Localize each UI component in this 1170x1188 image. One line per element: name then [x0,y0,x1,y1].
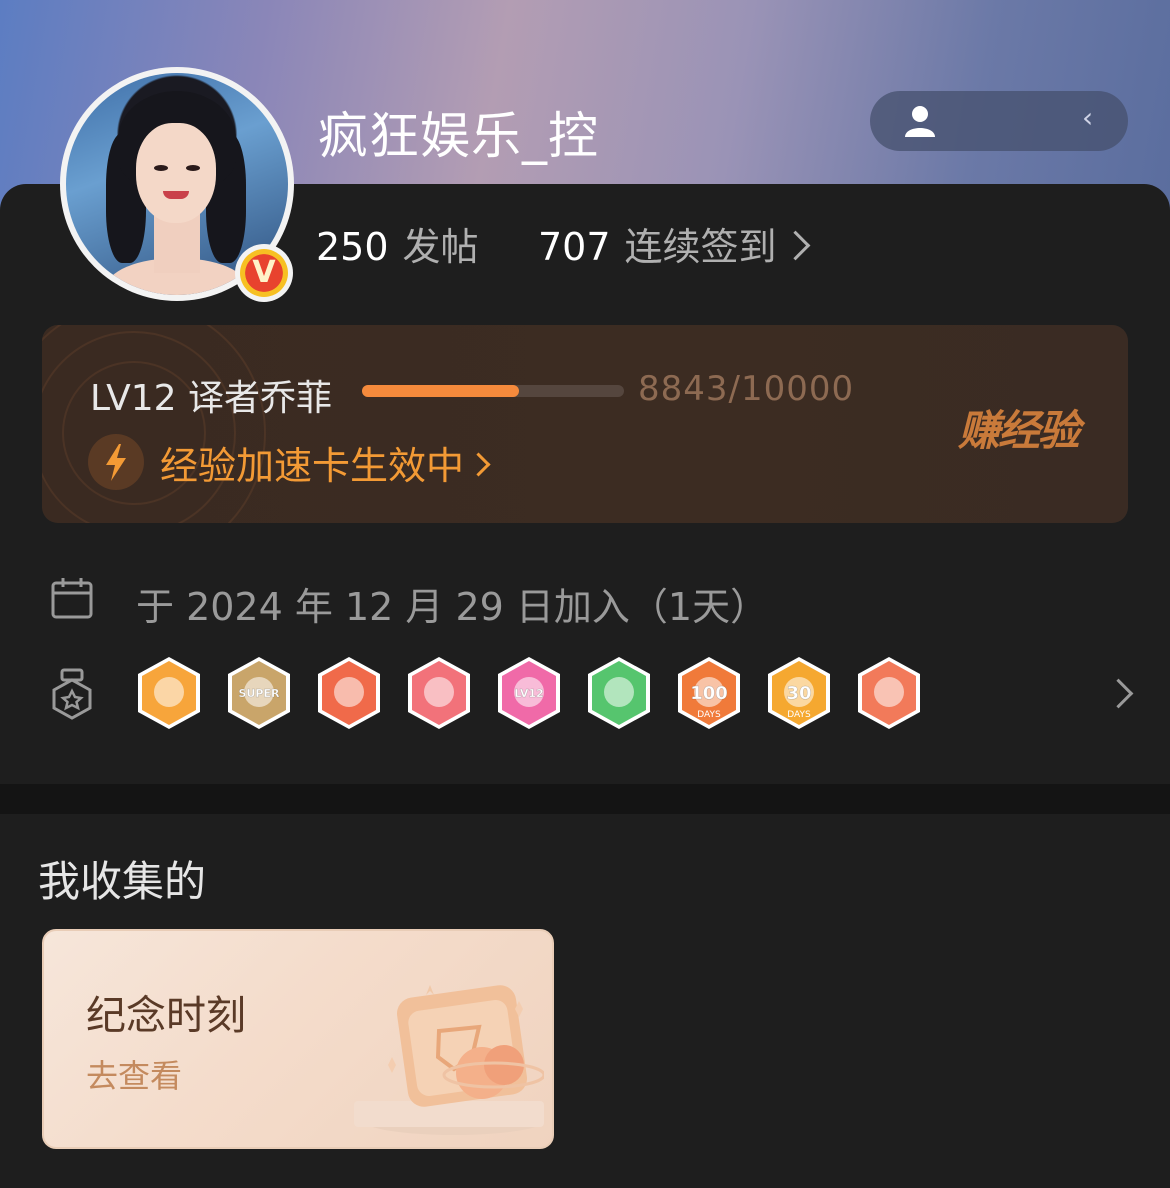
level-progress-fill [362,385,520,397]
boost-card-link[interactable]: 经验加速卡生效中 [160,435,491,490]
checkin-label: 连续签到 [624,225,777,269]
memorial-moments-title: 纪念时刻 [86,993,246,1039]
chevron-right-icon [466,452,491,477]
level-title: LV12 译者乔菲 [90,378,332,419]
visitor-pill-button[interactable]: ‹ [870,91,1128,151]
rock-hand-badge-icon[interactable] [856,655,922,731]
100-days-badge-icon[interactable]: 100 DAYS [676,655,742,731]
username: 疯狂娱乐_控 [318,107,599,165]
calendar-icon [51,578,93,619]
badge-label: 30 [786,683,811,704]
crown-badge-icon[interactable] [136,655,202,731]
level-progress-bar [362,385,624,397]
posts-label: 发帖 [402,225,479,269]
memorial-moments-card[interactable]: 纪念时刻 去查看 [42,929,554,1149]
rabbit-badge-icon[interactable] [406,655,472,731]
collection-section-title: 我收集的 [38,857,207,906]
badge-days-label: DAYS [787,710,811,720]
memorial-moments-view-link[interactable]: 去查看 [86,1051,182,1097]
earn-exp-button[interactable]: 赚经验 [958,397,1080,458]
posts-stat[interactable]: 250 发帖 [316,216,479,269]
badge-label: 100 [690,683,728,704]
badge-label: SUPER [239,687,280,700]
user-icon [905,106,935,137]
badge-label: LV12 [514,687,543,700]
lv12-badge-icon[interactable]: LV12 [496,655,562,731]
level-xp-text: 8843/10000 [638,369,855,409]
posts-count: 250 [316,225,389,269]
calendar-gift-icon [354,985,544,1135]
badge-days-label: DAYS [697,710,721,720]
join-date-text: 于 2024 年 12 月 29 日加入（1天） [136,585,769,629]
dragon-badge-icon[interactable] [316,655,382,731]
hand-badge-icon[interactable] [586,655,652,731]
chevron-right-icon [780,230,810,261]
30-days-badge-icon[interactable]: 30 DAYS [766,655,832,731]
visitor-pill-text: ‹ [1082,101,1094,134]
verified-badge-icon: V [235,244,293,302]
super-crown-badge-icon[interactable]: SUPER [226,655,292,731]
boost-card-text: 经验加速卡生效中 [160,444,465,488]
checkin-count: 707 [538,225,611,269]
section-divider [0,784,1170,814]
checkin-stat[interactable]: 707 连续签到 [538,216,810,269]
badges-row[interactable]: SUPER LV12 100 DAYS 30 DAYS [50,655,1140,735]
level-card[interactable]: LV12 译者乔菲 8843/10000 经验加速卡生效中 赚经验 [42,325,1128,523]
lightning-icon [88,434,144,490]
